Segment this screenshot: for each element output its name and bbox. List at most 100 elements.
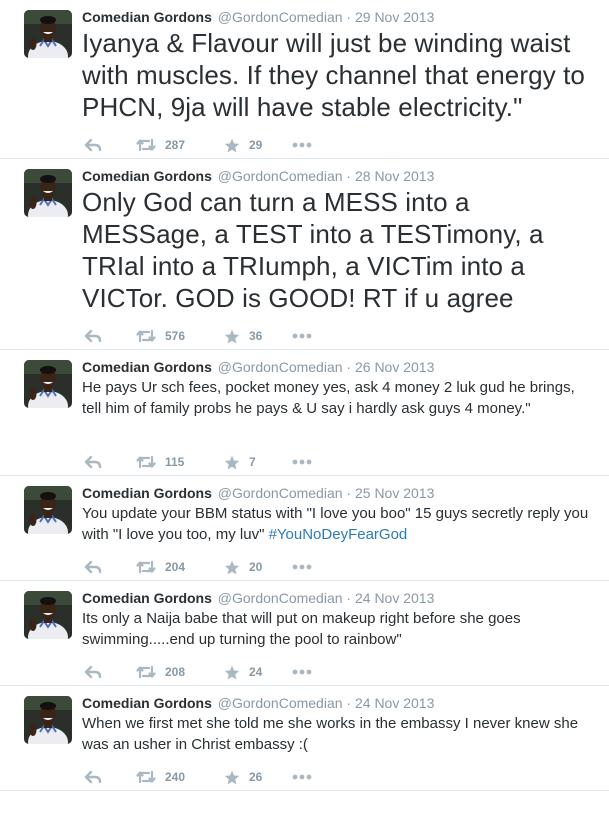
reply-button[interactable] <box>82 665 136 679</box>
tweet-actions: 115 7 <box>82 449 595 475</box>
tweet-header: Comedian Gordons @GordonComedian · 28 No… <box>82 167 595 185</box>
separator: · <box>346 359 352 375</box>
avatar[interactable] <box>24 486 72 534</box>
star-icon <box>224 329 240 344</box>
reply-button[interactable] <box>82 770 136 784</box>
more-button[interactable] <box>292 564 312 570</box>
retweet-button[interactable]: 287 <box>136 138 224 152</box>
retweet-count: 576 <box>165 329 186 343</box>
tweet-date[interactable]: 25 Nov 2013 <box>355 485 434 501</box>
author-name[interactable]: Comedian Gordons <box>82 695 212 711</box>
favorite-button[interactable]: 20 <box>224 560 292 575</box>
retweet-icon <box>136 770 156 784</box>
favorite-button[interactable]: 24 <box>224 665 292 680</box>
tweet-date[interactable]: 29 Nov 2013 <box>355 9 434 25</box>
retweet-icon <box>136 560 156 574</box>
author-handle[interactable]: @GordonComedian <box>218 590 343 606</box>
tweet-date[interactable]: 24 Nov 2013 <box>355 590 434 606</box>
separator: · <box>346 485 352 501</box>
avatar[interactable] <box>24 169 72 217</box>
reply-button[interactable] <box>82 138 136 152</box>
author-handle[interactable]: @GordonComedian <box>218 485 343 501</box>
author-name[interactable]: Comedian Gordons <box>82 485 212 501</box>
separator: · <box>346 168 352 184</box>
author-name[interactable]: Comedian Gordons <box>82 168 212 184</box>
reply-icon <box>84 770 102 784</box>
star-icon <box>224 560 240 575</box>
favorite-count: 26 <box>249 770 263 784</box>
tweet-header: Comedian Gordons @GordonComedian · 26 No… <box>82 358 595 376</box>
tweet-actions: 204 20 <box>82 554 595 580</box>
retweet-count: 287 <box>165 138 186 152</box>
retweet-icon <box>136 138 156 152</box>
favorite-button[interactable]: 29 <box>224 138 292 153</box>
reply-icon <box>84 329 102 343</box>
retweet-button[interactable]: 204 <box>136 560 224 574</box>
reply-icon <box>84 560 102 574</box>
tweet-actions: 576 36 <box>82 323 595 349</box>
retweet-button[interactable]: 208 <box>136 665 224 679</box>
tweet-date[interactable]: 28 Nov 2013 <box>355 168 434 184</box>
more-dots-icon <box>292 564 312 570</box>
retweet-count: 204 <box>165 560 186 574</box>
star-icon <box>224 138 240 153</box>
more-button[interactable] <box>292 774 312 780</box>
hashtag-link[interactable]: #YouNoDeyFearGod <box>269 526 408 543</box>
author-handle[interactable]: @GordonComedian <box>218 9 343 25</box>
tweet-actions: 240 26 <box>82 764 595 790</box>
author-name[interactable]: Comedian Gordons <box>82 359 212 375</box>
more-dots-icon <box>292 669 312 675</box>
reply-button[interactable] <box>82 455 136 469</box>
star-icon <box>224 455 240 470</box>
separator: · <box>346 695 352 711</box>
tweet-header: Comedian Gordons @GordonComedian · 25 No… <box>82 484 595 502</box>
avatar[interactable] <box>24 696 72 744</box>
retweet-button[interactable]: 576 <box>136 329 224 343</box>
avatar[interactable] <box>24 591 72 639</box>
reply-icon <box>84 665 102 679</box>
tweet-header: Comedian Gordons @GordonComedian · 24 No… <box>82 589 595 607</box>
more-dots-icon <box>292 774 312 780</box>
more-dots-icon <box>292 142 312 148</box>
tweet[interactable]: Comedian Gordons @GordonComedian · 28 No… <box>0 159 609 350</box>
reply-button[interactable] <box>82 329 136 343</box>
more-dots-icon <box>292 333 312 339</box>
more-button[interactable] <box>292 142 312 148</box>
reply-button[interactable] <box>82 560 136 574</box>
tweet[interactable]: Comedian Gordons @GordonComedian · 25 No… <box>0 476 609 581</box>
retweet-button[interactable]: 115 <box>136 455 224 469</box>
tweet-timeline: Comedian Gordons @GordonComedian · 29 No… <box>0 0 609 791</box>
tweet-header: Comedian Gordons @GordonComedian · 29 No… <box>82 8 595 26</box>
avatar[interactable] <box>24 10 72 58</box>
tweet-text: When we first met she told me she works … <box>82 715 579 753</box>
more-button[interactable] <box>292 333 312 339</box>
tweet[interactable]: Comedian Gordons @GordonComedian · 26 No… <box>0 350 609 476</box>
more-dots-icon <box>292 459 312 465</box>
star-icon <box>224 665 240 680</box>
tweet-date[interactable]: 26 Nov 2013 <box>355 359 434 375</box>
tweet-text: He pays Ur sch fees, pocket money yes, a… <box>82 379 575 417</box>
author-handle[interactable]: @GordonComedian <box>218 359 343 375</box>
favorite-button[interactable]: 7 <box>224 455 292 470</box>
favorite-button[interactable]: 36 <box>224 329 292 344</box>
more-button[interactable] <box>292 459 312 465</box>
tweet-actions: 208 24 <box>82 659 595 685</box>
tweet[interactable]: Comedian Gordons @GordonComedian · 24 No… <box>0 581 609 686</box>
author-handle[interactable]: @GordonComedian <box>218 695 343 711</box>
retweet-button[interactable]: 240 <box>136 770 224 784</box>
more-button[interactable] <box>292 669 312 675</box>
favorite-count: 29 <box>249 138 263 152</box>
tweet-date[interactable]: 24 Nov 2013 <box>355 695 434 711</box>
favorite-count: 36 <box>249 329 263 343</box>
avatar[interactable] <box>24 360 72 408</box>
author-name[interactable]: Comedian Gordons <box>82 9 212 25</box>
tweet[interactable]: Comedian Gordons @GordonComedian · 29 No… <box>0 0 609 159</box>
favorite-button[interactable]: 26 <box>224 770 292 785</box>
author-handle[interactable]: @GordonComedian <box>218 168 343 184</box>
tweet[interactable]: Comedian Gordons @GordonComedian · 24 No… <box>0 686 609 791</box>
separator: · <box>346 9 352 25</box>
author-name[interactable]: Comedian Gordons <box>82 590 212 606</box>
favorite-count: 7 <box>249 455 256 469</box>
retweet-count: 240 <box>165 770 186 784</box>
star-icon <box>224 770 240 785</box>
